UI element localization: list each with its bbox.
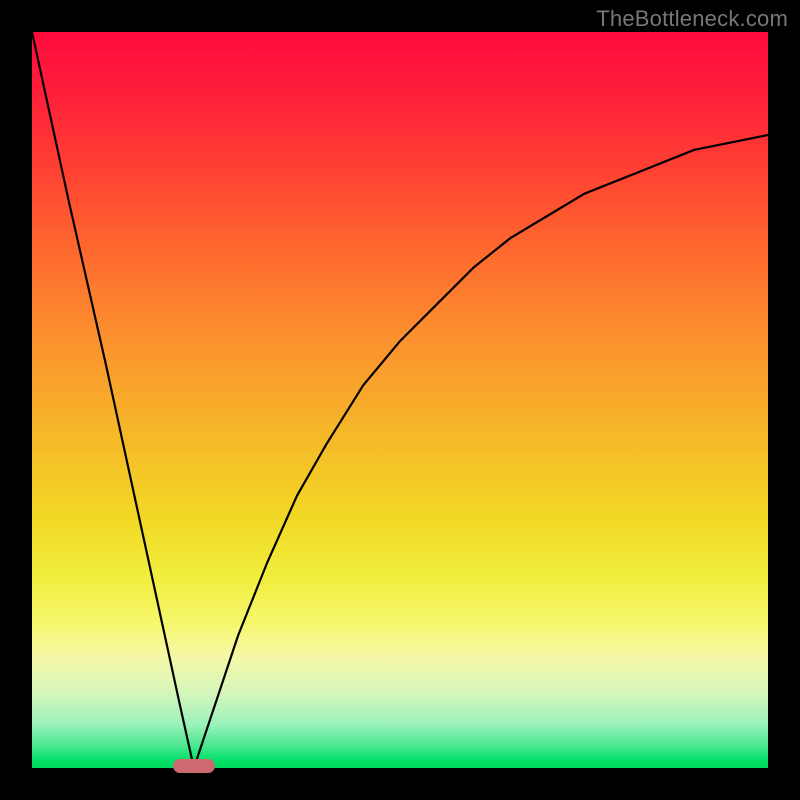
chart-frame: TheBottleneck.com — [0, 0, 800, 800]
curve-right-branch — [194, 135, 768, 768]
plot-area — [32, 32, 768, 768]
watermark-text: TheBottleneck.com — [596, 6, 788, 32]
curve-left-branch — [32, 32, 194, 768]
curve-group — [32, 32, 768, 768]
curve-svg — [32, 32, 768, 768]
trough-marker — [173, 759, 215, 773]
